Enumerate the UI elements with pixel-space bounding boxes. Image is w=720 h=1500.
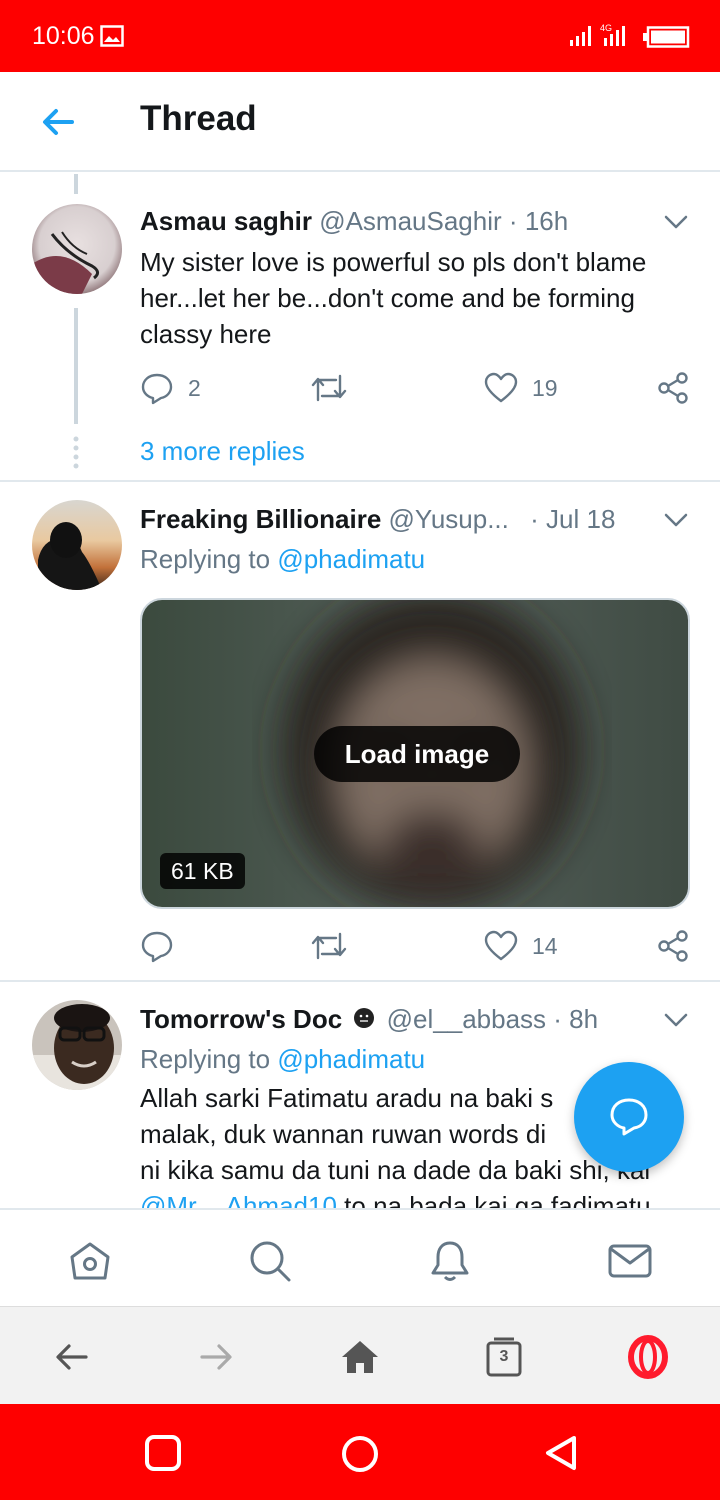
thread-line <box>74 308 78 424</box>
home-icon[interactable] <box>340 1434 380 1474</box>
like-icon <box>484 372 518 403</box>
like-button[interactable]: 14 <box>484 926 558 966</box>
bottom-nav <box>0 1208 720 1306</box>
share-icon <box>658 372 688 404</box>
replying-to: Replying to @phadimatu <box>140 544 425 575</box>
share-button[interactable] <box>656 926 690 966</box>
search-icon[interactable] <box>247 1238 293 1284</box>
avatar[interactable] <box>32 1000 122 1090</box>
replying-to: Replying to @phadimatu <box>140 1044 425 1075</box>
like-icon <box>484 930 518 961</box>
signal-icon: 4G <box>570 23 625 46</box>
load-image-button[interactable]: Load image <box>314 726 520 782</box>
compose-reply-button[interactable] <box>574 1062 684 1172</box>
gallery-icon <box>100 25 124 47</box>
tweet[interactable]: Asmau saghir @AsmauSaghir · 16h My siste… <box>0 174 720 480</box>
like-button[interactable]: 19 <box>484 368 558 408</box>
retweet-icon <box>311 374 347 402</box>
back-arrow-icon[interactable] <box>38 102 78 142</box>
tweet-text: My sister love is powerful so pls don't … <box>140 247 647 349</box>
system-nav-bar <box>0 1404 720 1500</box>
thread-dots <box>73 436 79 469</box>
avatar[interactable] <box>32 500 122 590</box>
back-icon[interactable] <box>52 1337 92 1377</box>
replying-prefix: Replying to <box>140 544 271 574</box>
chevron-down-icon[interactable] <box>664 214 688 230</box>
browser-toolbar: 3 <box>0 1306 720 1404</box>
app-header: Thread <box>0 72 720 172</box>
tweet-time: 8h <box>569 1004 599 1034</box>
battery-icon <box>643 26 690 48</box>
thread-line-top <box>74 174 78 194</box>
tweet-actions: 2 19 <box>140 368 700 408</box>
separator-dot: · <box>553 1004 562 1034</box>
messages-icon[interactable] <box>607 1238 653 1284</box>
author-name[interactable]: Tomorrow's Doc <box>140 1004 342 1034</box>
emoji-icon <box>354 1008 375 1028</box>
avatar[interactable] <box>32 204 122 294</box>
tweet-text-line: @Mr__Ahmad10 to na bada kai ga fadimatu <box>140 1188 720 1208</box>
tweet-time: 16h <box>524 206 569 236</box>
tweet-header: Tomorrow's Doc @el__abbass · 8h <box>140 1004 598 1035</box>
mention-link[interactable]: @phadimatu <box>277 544 425 574</box>
reply-button[interactable]: 2 <box>140 368 201 408</box>
author-name[interactable]: Asmau saghir <box>140 206 312 236</box>
tweet-header: Freaking Billionaire @Yusup... · Jul 18 <box>140 504 615 535</box>
page-title: Thread <box>140 99 257 138</box>
reply-count: 2 <box>188 374 201 401</box>
tweet-header: Asmau saghir @AsmauSaghir · 16h <box>140 206 568 237</box>
mention-link[interactable]: @Mr__Ahmad10 <box>140 1191 337 1208</box>
reply-icon <box>141 373 173 405</box>
retweet-button[interactable] <box>310 926 348 966</box>
like-count: 19 <box>532 374 558 401</box>
tweet-actions: 14 <box>140 926 700 966</box>
separator-dot: · <box>530 504 539 534</box>
share-button[interactable] <box>656 368 690 408</box>
like-count: 14 <box>532 932 558 959</box>
share-icon <box>658 930 688 962</box>
forward-icon[interactable] <box>196 1337 236 1377</box>
chevron-down-icon[interactable] <box>664 1012 688 1028</box>
tweet-image[interactable]: Load image 61 KB <box>140 598 690 909</box>
reply-icon <box>610 1098 648 1136</box>
retweet-button[interactable] <box>310 368 348 408</box>
home-icon[interactable] <box>340 1337 380 1377</box>
tabs-button[interactable]: 3 <box>484 1337 524 1377</box>
reply-button[interactable] <box>140 926 174 966</box>
tab-count: 3 <box>499 1348 509 1365</box>
reply-icon <box>141 931 173 963</box>
home-icon[interactable] <box>67 1238 113 1284</box>
svg-text:4G: 4G <box>600 23 612 33</box>
status-bar: 10:06 4G <box>0 0 720 72</box>
author-handle[interactable]: @Yusup... <box>389 504 509 534</box>
back-icon[interactable] <box>542 1434 580 1472</box>
author-handle[interactable]: @AsmauSaghir <box>319 206 501 236</box>
retweet-icon <box>311 932 347 960</box>
tweet-time: Jul 18 <box>546 504 616 534</box>
notifications-icon[interactable] <box>427 1238 473 1284</box>
more-replies-link[interactable]: 3 more replies <box>140 436 305 467</box>
author-handle[interactable]: @el__abbass <box>387 1004 546 1034</box>
opera-icon[interactable] <box>627 1335 669 1379</box>
mention-link[interactable]: @phadimatu <box>277 1044 425 1074</box>
image-size-badge: 61 KB <box>160 853 245 889</box>
replying-prefix: Replying to <box>140 1044 271 1074</box>
recents-icon[interactable] <box>144 1434 182 1472</box>
chevron-down-icon[interactable] <box>664 512 688 528</box>
author-name[interactable]: Freaking Billionaire <box>140 504 381 534</box>
status-time: 10:06 <box>32 22 95 50</box>
separator-dot: · <box>508 206 518 236</box>
